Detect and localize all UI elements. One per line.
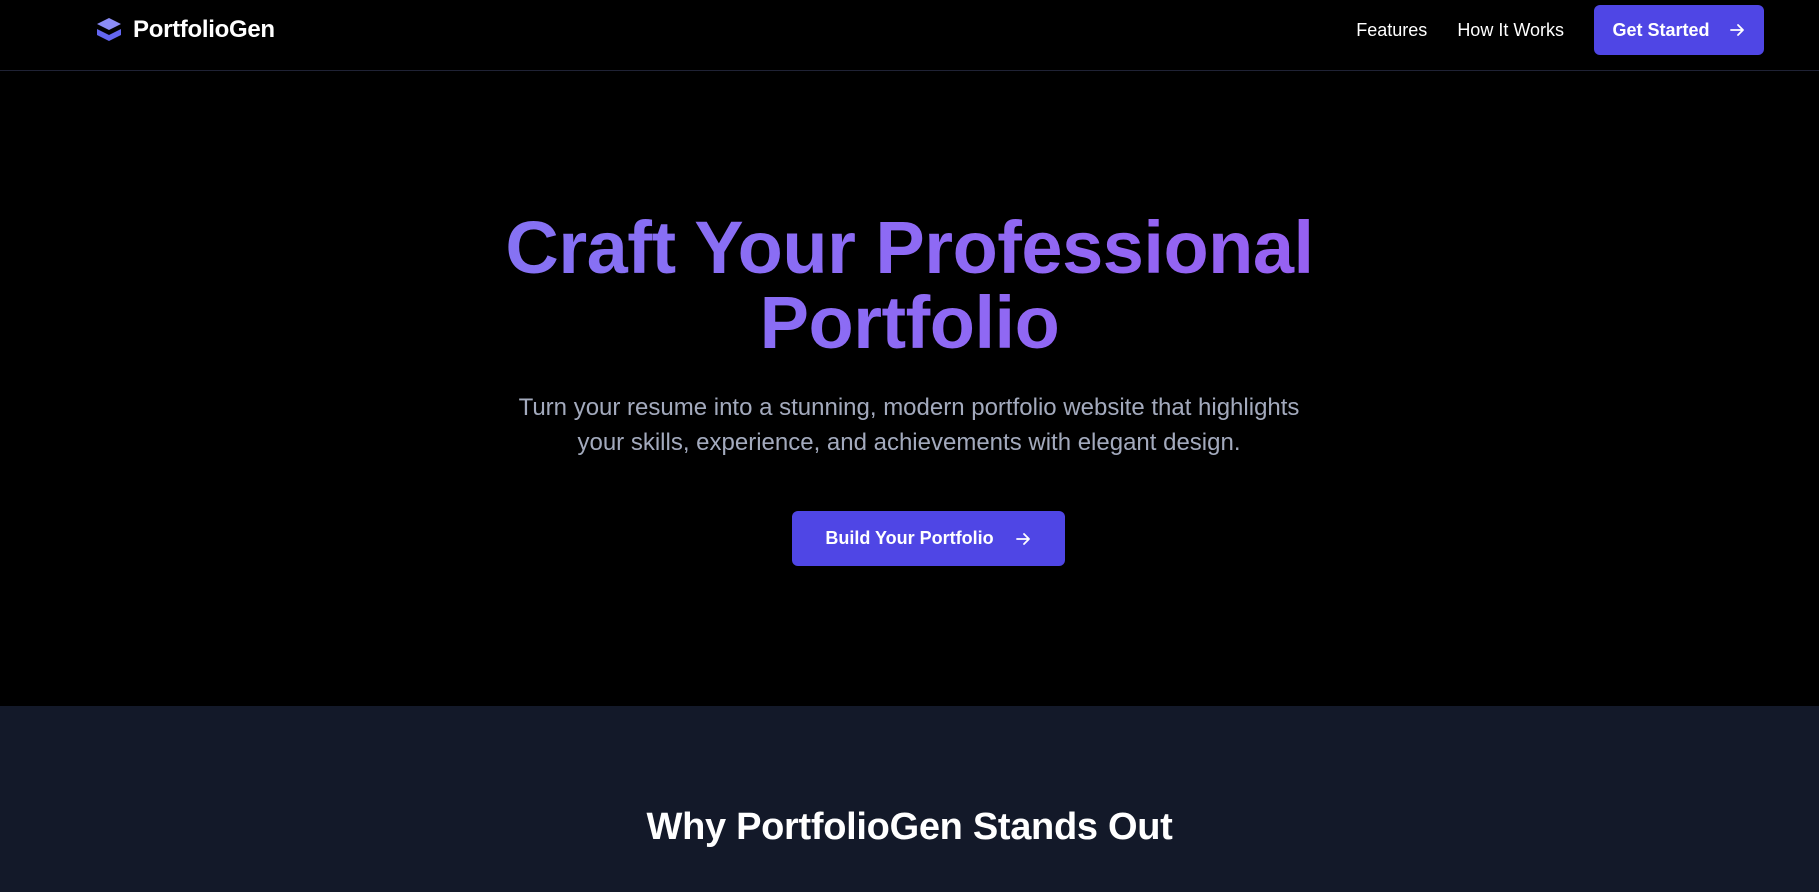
brand-name: PortfolioGen [133, 16, 275, 43]
nav-links: Features How It Works Get Started [1356, 5, 1764, 55]
top-navbar: PortfolioGen Features How It Works Get S… [0, 0, 1819, 71]
hero-title-line-2: Portfolio [759, 281, 1060, 364]
hero-subtitle: Turn your resume into a stunning, modern… [518, 394, 1300, 456]
arrow-right-icon [1729, 24, 1744, 36]
hero-title-line-1: Craft Your Professional [505, 206, 1314, 289]
features-title: Why PortfolioGen Stands Out [646, 806, 1173, 848]
features-section: Why PortfolioGen Stands Out [0, 706, 1819, 892]
build-portfolio-label: Build Your Portfolio [825, 528, 994, 548]
get-started-button[interactable]: Get Started [1594, 5, 1764, 55]
nav-link-features[interactable]: Features [1356, 5, 1427, 55]
brand-logo[interactable]: PortfolioGen [95, 16, 275, 44]
arrow-right-icon [1015, 532, 1030, 545]
stacked-layers-icon [97, 18, 121, 41]
get-started-label: Get Started [1612, 19, 1710, 40]
build-portfolio-button[interactable]: Build Your Portfolio [792, 511, 1065, 566]
hero-section: Craft Your Professional Portfolio Turn y… [0, 72, 1819, 706]
nav-link-how-it-works[interactable]: How It Works [1457, 5, 1564, 55]
hero-title: Craft Your Professional Portfolio [0, 210, 1819, 360]
